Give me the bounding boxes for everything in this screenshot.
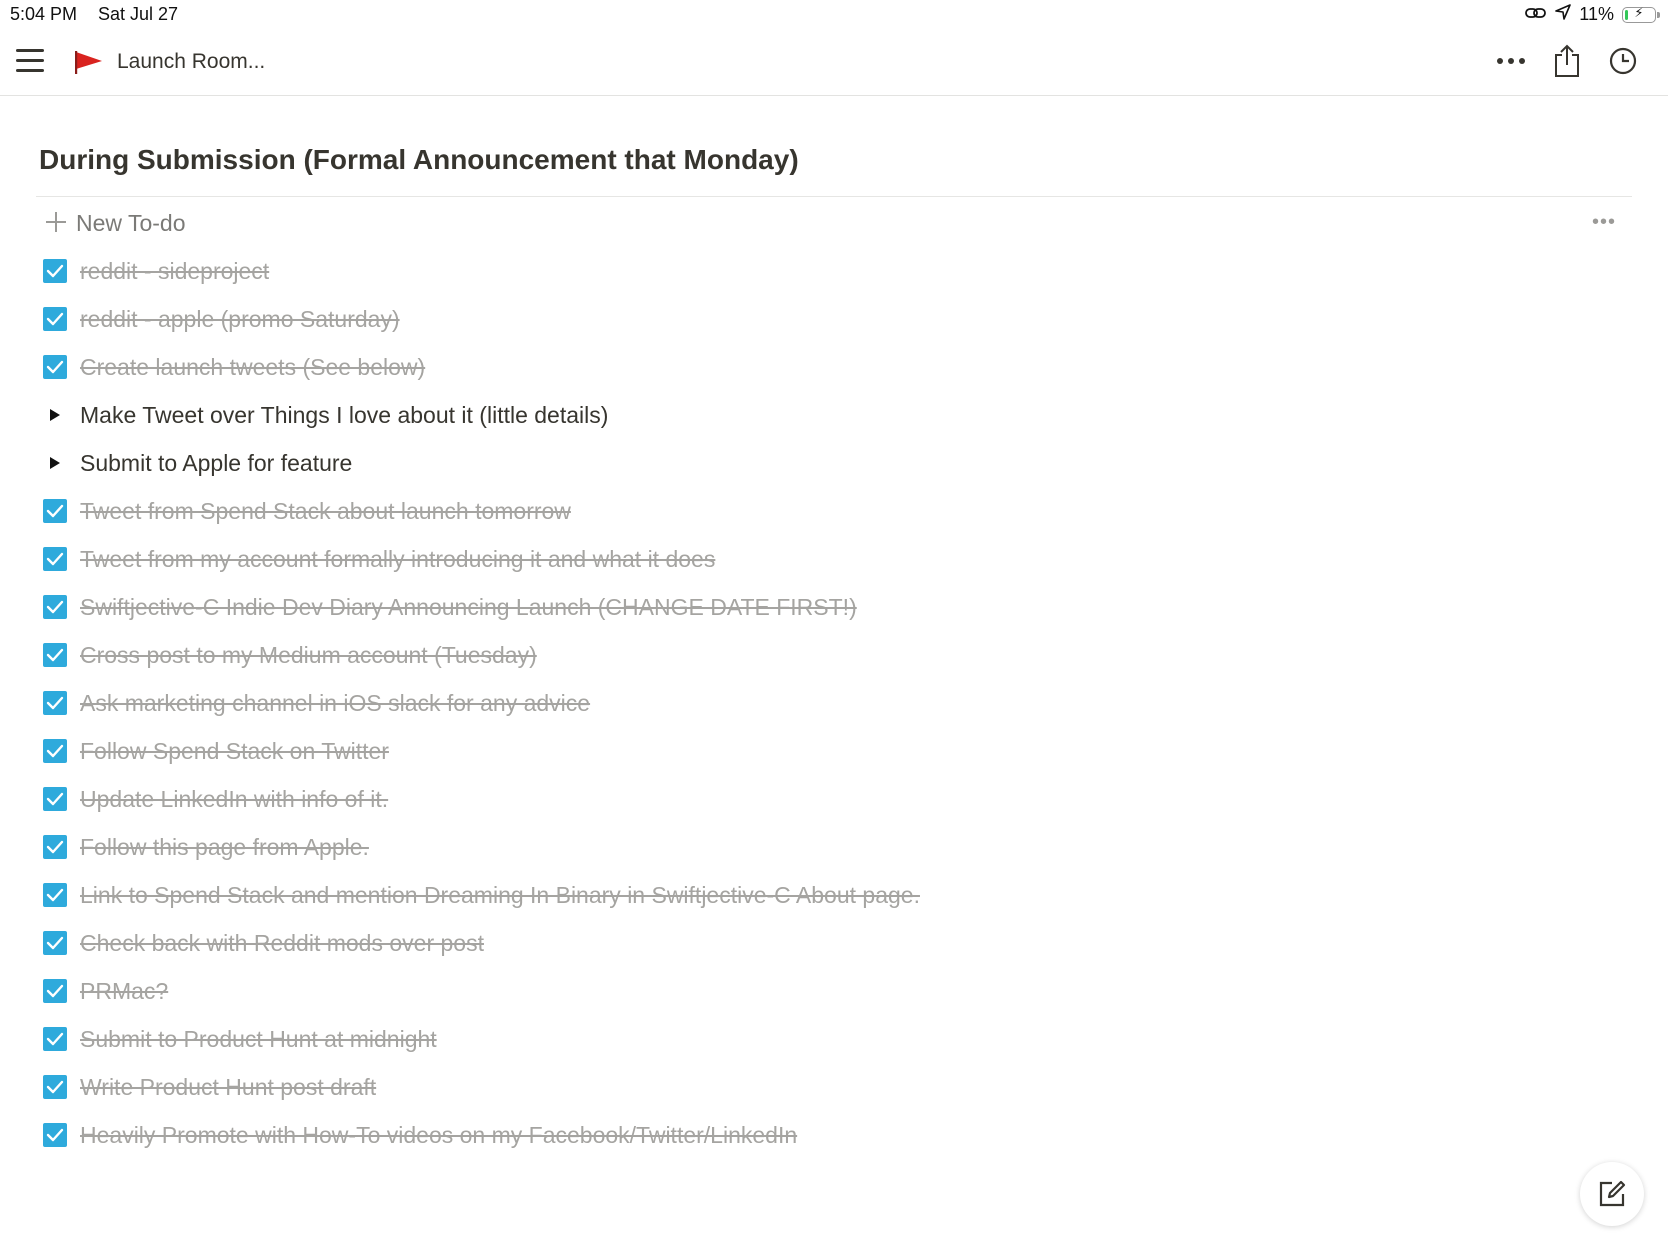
toggle-triangle-icon[interactable]	[43, 451, 67, 475]
todo-item[interactable]: Write Product Hunt post draft	[36, 1063, 1632, 1111]
todo-text[interactable]: Link to Spend Stack and mention Dreaming…	[80, 882, 920, 909]
toggle-item[interactable]: Make Tweet over Things I love about it (…	[36, 391, 1632, 439]
todo-item[interactable]: Follow this page from Apple.	[36, 823, 1632, 871]
more-icon[interactable]	[1494, 42, 1528, 80]
red-flag-icon	[74, 50, 104, 81]
todo-item[interactable]: Swiftjective-C Indie Dev Diary Announcin…	[36, 583, 1632, 631]
page-heading: During Submission (Formal Announcement t…	[39, 144, 799, 175]
checkbox-checked-icon[interactable]	[43, 595, 67, 619]
new-todo-label: New To-do	[76, 209, 186, 236]
checkbox-checked-icon[interactable]	[43, 1075, 67, 1099]
todo-text[interactable]: Cross post to my Medium account (Tuesday…	[80, 642, 537, 669]
todo-text[interactable]: Swiftjective-C Indie Dev Diary Announcin…	[80, 594, 857, 621]
todo-item[interactable]: Tweet from Spend Stack about launch tomo…	[36, 487, 1632, 535]
battery-charging-icon: ⚡	[1622, 4, 1660, 23]
toggle-triangle-icon[interactable]	[43, 403, 67, 427]
checkbox-checked-icon[interactable]	[43, 499, 67, 523]
todo-text[interactable]: Create launch tweets (See below)	[80, 354, 425, 381]
charging-bolt-icon: ⚡	[1634, 4, 1644, 20]
todo-item[interactable]: Link to Spend Stack and mention Dreaming…	[36, 871, 1632, 919]
status-date: Sat Jul 27	[98, 4, 179, 24]
todo-list: reddit - sideproject reddit - apple (prom…	[36, 247, 1632, 1159]
compose-button[interactable]	[1580, 1162, 1644, 1226]
todo-text[interactable]: reddit - apple (promo Saturday)	[80, 306, 400, 333]
checkbox-checked-icon[interactable]	[43, 355, 67, 379]
todo-item[interactable]: Tweet from my account formally introduci…	[36, 535, 1632, 583]
todo-text[interactable]: Write Product Hunt post draft	[80, 1074, 376, 1101]
todo-item[interactable]: PRMac?	[36, 967, 1632, 1015]
todo-text[interactable]: Tweet from my account formally introduci…	[80, 546, 715, 573]
todo-text[interactable]: Submit to Product Hunt at midnight	[80, 1026, 437, 1053]
status-bar: 5:04 PM Sat Jul 27 11% ⚡	[0, 0, 1668, 30]
checkbox-checked-icon[interactable]	[43, 883, 67, 907]
todo-item[interactable]: reddit - apple (promo Saturday)	[36, 295, 1632, 343]
page-title-breadcrumb[interactable]: Launch Room...	[117, 50, 265, 74]
checkbox-checked-icon[interactable]	[43, 1027, 67, 1051]
toggle-item[interactable]: Submit to Apple for feature	[36, 439, 1632, 487]
todo-item[interactable]: Create launch tweets (See below)	[36, 343, 1632, 391]
link-icon	[1525, 4, 1547, 25]
todo-text[interactable]: Follow this page from Apple.	[80, 834, 369, 861]
checkbox-checked-icon[interactable]	[43, 1123, 67, 1147]
todo-item[interactable]: Update LinkedIn with info of it.	[36, 775, 1632, 823]
checkbox-checked-icon[interactable]	[43, 979, 67, 1003]
todo-item[interactable]: Cross post to my Medium account (Tuesday…	[36, 631, 1632, 679]
checkbox-checked-icon[interactable]	[43, 691, 67, 715]
top-actions	[1494, 42, 1640, 80]
history-clock-icon[interactable]	[1606, 42, 1640, 80]
todo-text[interactable]: Submit to Apple for feature	[80, 450, 352, 477]
battery-percent: 11%	[1579, 4, 1614, 24]
todo-text[interactable]: reddit - sideproject	[80, 258, 269, 285]
new-todo-button[interactable]: New To-do •••	[36, 197, 1632, 247]
status-right: 11% ⚡	[1525, 4, 1660, 25]
todo-item[interactable]: Follow Spend Stack on Twitter	[36, 727, 1632, 775]
top-navigation-bar: Launch Room...	[0, 30, 1668, 96]
todo-text[interactable]: Check back with Reddit mods over post	[80, 930, 484, 957]
todo-item[interactable]: Submit to Product Hunt at midnight	[36, 1015, 1632, 1063]
plus-icon	[44, 210, 68, 234]
share-icon[interactable]	[1550, 42, 1584, 80]
todo-text[interactable]: PRMac?	[80, 978, 168, 1005]
list-more-icon[interactable]: •••	[1592, 211, 1616, 234]
checkbox-checked-icon[interactable]	[43, 259, 67, 283]
page-content: During Submission (Formal Announcement t…	[36, 96, 1632, 1159]
todo-text[interactable]: Heavily Promote with How-To videos on my…	[80, 1122, 797, 1149]
todo-item[interactable]: reddit - sideproject	[36, 247, 1632, 295]
todo-item[interactable]: Heavily Promote with How-To videos on my…	[36, 1111, 1632, 1159]
location-arrow-icon	[1555, 4, 1572, 25]
status-time: 5:04 PM	[10, 4, 78, 24]
checkbox-checked-icon[interactable]	[43, 643, 67, 667]
todo-text[interactable]: Make Tweet over Things I love about it (…	[80, 402, 608, 429]
checkbox-checked-icon[interactable]	[43, 931, 67, 955]
compose-icon	[1599, 1180, 1626, 1207]
checkbox-checked-icon[interactable]	[43, 787, 67, 811]
todo-text[interactable]: Follow Spend Stack on Twitter	[80, 738, 389, 765]
hamburger-menu-icon[interactable]	[16, 49, 46, 73]
todo-text[interactable]: Update LinkedIn with info of it.	[80, 786, 388, 813]
checkbox-checked-icon[interactable]	[43, 835, 67, 859]
todo-item[interactable]: Ask marketing channel in iOS slack for a…	[36, 679, 1632, 727]
todo-text[interactable]: Ask marketing channel in iOS slack for a…	[80, 690, 590, 717]
checkbox-checked-icon[interactable]	[43, 307, 67, 331]
todo-item[interactable]: Check back with Reddit mods over post	[36, 919, 1632, 967]
checkbox-checked-icon[interactable]	[43, 547, 67, 571]
todo-text[interactable]: Tweet from Spend Stack about launch tomo…	[80, 498, 571, 525]
checkbox-checked-icon[interactable]	[43, 739, 67, 763]
